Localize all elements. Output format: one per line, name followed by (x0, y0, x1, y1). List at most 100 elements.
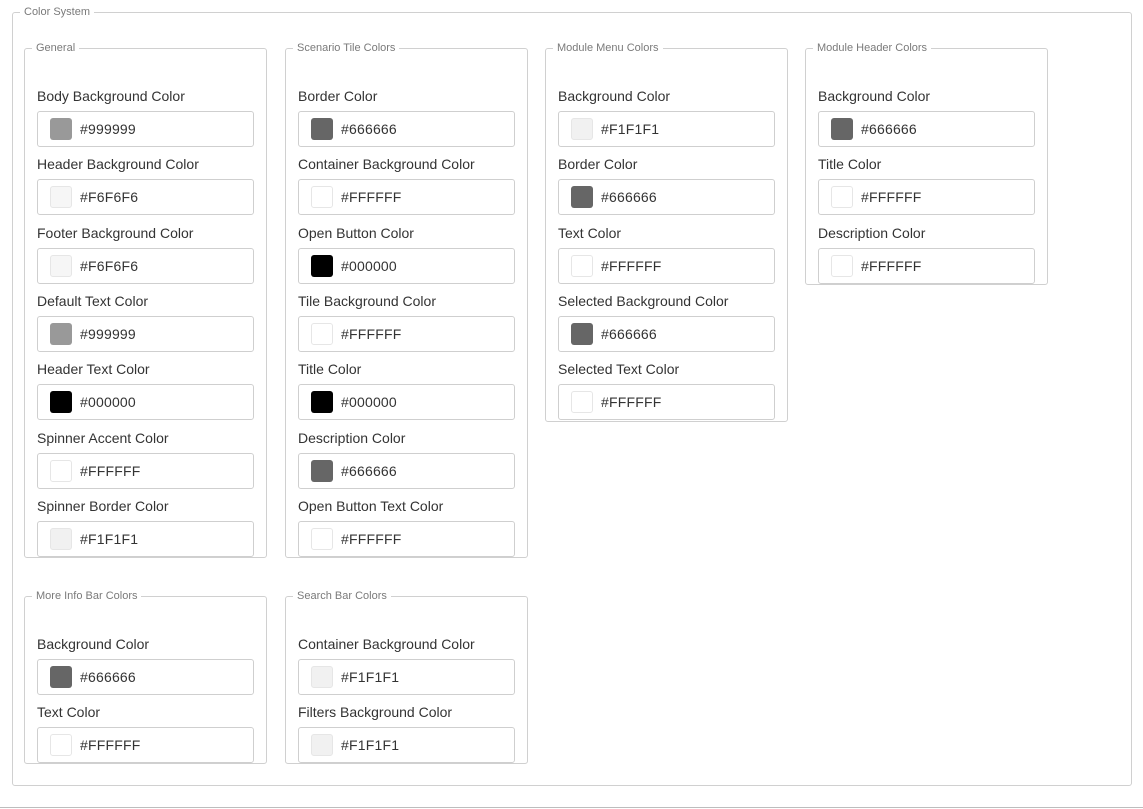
color-swatch[interactable] (571, 323, 593, 345)
color-swatch[interactable] (311, 666, 333, 688)
color-input[interactable]: #F1F1F1 (37, 521, 254, 557)
color-input[interactable]: #666666 (37, 659, 254, 695)
color-input[interactable]: #FFFFFF (298, 521, 515, 557)
color-swatch[interactable] (571, 391, 593, 413)
color-swatch[interactable] (311, 391, 333, 413)
color-hex-value[interactable]: #666666 (341, 121, 397, 137)
color-input[interactable]: #F6F6F6 (37, 248, 254, 284)
color-hex-value[interactable]: #666666 (341, 463, 397, 479)
color-swatch[interactable] (311, 323, 333, 345)
color-input[interactable]: #F1F1F1 (558, 111, 775, 147)
color-field: Background Color #666666 (818, 87, 1035, 147)
color-hex-value[interactable]: #666666 (861, 121, 917, 137)
color-field-label: Description Color (298, 430, 406, 446)
color-field: Border Color #666666 (558, 155, 775, 215)
color-swatch[interactable] (831, 255, 853, 277)
color-input[interactable]: #F6F6F6 (37, 179, 254, 215)
color-swatch[interactable] (50, 528, 72, 550)
color-input[interactable]: #F1F1F1 (298, 659, 515, 695)
color-input[interactable]: #666666 (298, 453, 515, 489)
color-swatch[interactable] (831, 186, 853, 208)
color-swatch[interactable] (50, 666, 72, 688)
color-hex-value[interactable]: #F1F1F1 (341, 669, 399, 685)
divider (0, 807, 1143, 808)
color-swatch[interactable] (311, 734, 333, 756)
color-hex-value[interactable]: #FFFFFF (861, 189, 922, 205)
color-input[interactable]: #666666 (818, 111, 1035, 147)
color-field: Open Button Text Color #FFFFFF (298, 497, 515, 557)
color-swatch[interactable] (571, 255, 593, 277)
color-field: Title Color #000000 (298, 360, 515, 420)
color-swatch[interactable] (50, 391, 72, 413)
color-hex-value[interactable]: #FFFFFF (601, 258, 662, 274)
color-input[interactable]: #FFFFFF (818, 179, 1035, 215)
color-field: Open Button Color #000000 (298, 224, 515, 284)
color-input[interactable]: #FFFFFF (558, 384, 775, 420)
color-input[interactable]: #999999 (37, 111, 254, 147)
color-hex-value[interactable]: #999999 (80, 121, 136, 137)
color-hex-value[interactable]: #666666 (601, 189, 657, 205)
color-field-label: Title Color (298, 361, 362, 377)
color-hex-value[interactable]: #FFFFFF (861, 258, 922, 274)
color-swatch[interactable] (311, 186, 333, 208)
color-input[interactable]: #FFFFFF (298, 179, 515, 215)
color-hex-value[interactable]: #000000 (341, 394, 397, 410)
color-hex-value[interactable]: #FFFFFF (341, 326, 402, 342)
color-swatch[interactable] (311, 255, 333, 277)
color-input[interactable]: #FFFFFF (558, 248, 775, 284)
color-swatch[interactable] (571, 118, 593, 140)
color-input[interactable]: #000000 (298, 248, 515, 284)
color-field: Border Color #666666 (298, 87, 515, 147)
color-swatch[interactable] (831, 118, 853, 140)
color-hex-value[interactable]: #000000 (80, 394, 136, 410)
color-swatch[interactable] (50, 255, 72, 277)
color-group-scenario-tile-colors: Scenario Tile Colors Border Color #666666 C… (285, 42, 528, 558)
color-field: Title Color #FFFFFF (818, 155, 1035, 215)
color-field: Description Color #FFFFFF (818, 224, 1035, 284)
color-field-label: Filters Background Color (298, 704, 453, 720)
color-swatch[interactable] (50, 186, 72, 208)
color-field-label: Spinner Accent Color (37, 430, 169, 446)
color-swatch[interactable] (50, 734, 72, 756)
color-swatch[interactable] (50, 460, 72, 482)
color-hex-value[interactable]: #000000 (341, 258, 397, 274)
color-input[interactable]: #000000 (298, 384, 515, 420)
color-swatch[interactable] (311, 118, 333, 140)
color-input[interactable]: #F1F1F1 (298, 727, 515, 763)
color-hex-value[interactable]: #FFFFFF (80, 463, 141, 479)
color-field-label: Footer Background Color (37, 225, 194, 241)
color-swatch[interactable] (50, 323, 72, 345)
color-hex-value[interactable]: #666666 (601, 326, 657, 342)
color-hex-value[interactable]: #999999 (80, 326, 136, 342)
color-hex-value[interactable]: #FFFFFF (601, 394, 662, 410)
color-hex-value[interactable]: #FFFFFF (341, 531, 402, 547)
color-input[interactable]: #FFFFFF (37, 727, 254, 763)
color-field: Container Background Color #FFFFFF (298, 155, 515, 215)
color-swatch[interactable] (50, 118, 72, 140)
color-hex-value[interactable]: #F1F1F1 (601, 121, 659, 137)
color-input[interactable]: #FFFFFF (298, 316, 515, 352)
color-hex-value[interactable]: #FFFFFF (80, 737, 141, 753)
color-input[interactable]: #999999 (37, 316, 254, 352)
color-field: Filters Background Color #F1F1F1 (298, 703, 515, 763)
color-input[interactable]: #FFFFFF (37, 453, 254, 489)
color-input[interactable]: #666666 (558, 316, 775, 352)
color-field-label: Text Color (37, 704, 101, 720)
color-swatch[interactable] (311, 528, 333, 550)
color-hex-value[interactable]: #F1F1F1 (80, 531, 138, 547)
color-hex-value[interactable]: #F1F1F1 (341, 737, 399, 753)
color-input[interactable]: #666666 (298, 111, 515, 147)
group-legend: Search Bar Colors (297, 590, 387, 602)
color-hex-value[interactable]: #F6F6F6 (80, 189, 138, 205)
color-field: Tile Background Color #FFFFFF (298, 292, 515, 352)
color-swatch[interactable] (571, 186, 593, 208)
color-hex-value[interactable]: #666666 (80, 669, 136, 685)
color-field-label: Body Background Color (37, 88, 185, 104)
color-input[interactable]: #FFFFFF (818, 248, 1035, 284)
color-input[interactable]: #000000 (37, 384, 254, 420)
color-hex-value[interactable]: #FFFFFF (341, 189, 402, 205)
color-input[interactable]: #666666 (558, 179, 775, 215)
color-hex-value[interactable]: #F6F6F6 (80, 258, 138, 274)
color-swatch[interactable] (311, 460, 333, 482)
color-field: Description Color #666666 (298, 429, 515, 489)
